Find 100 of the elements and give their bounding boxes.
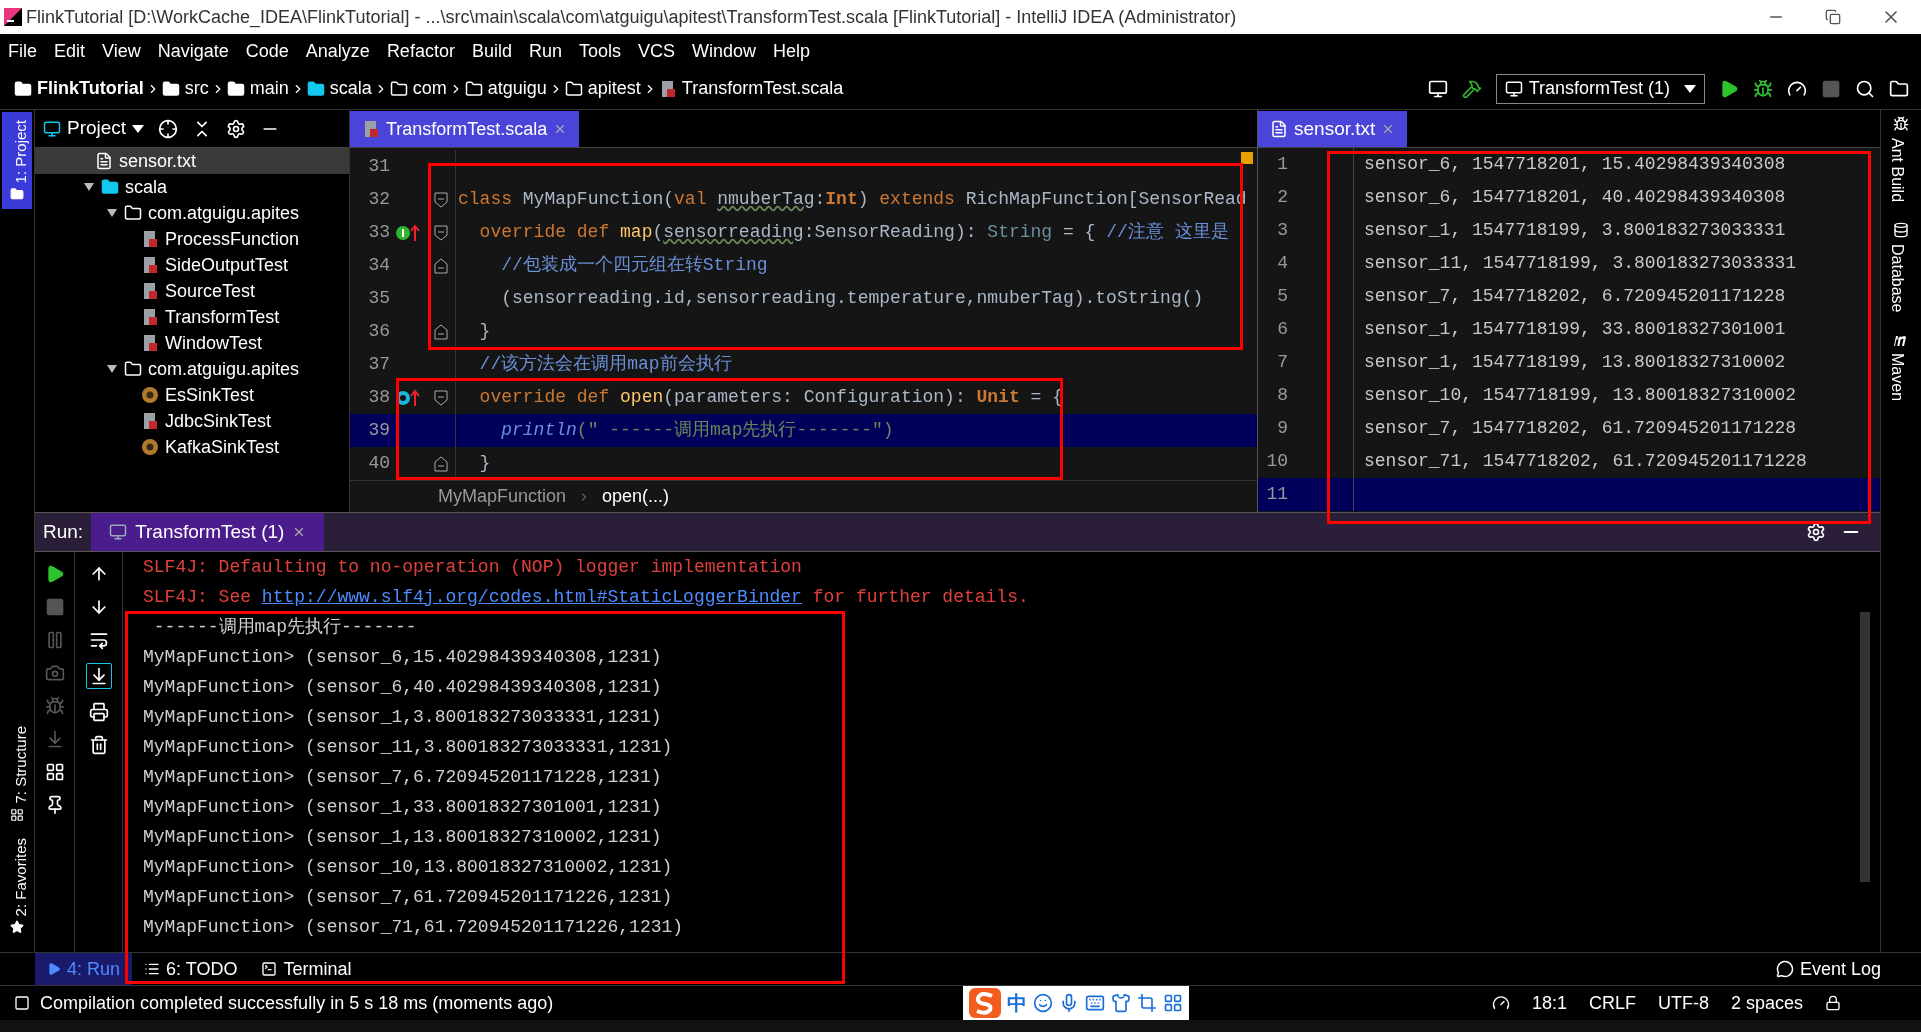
tree-item[interactable]: EsSinkTest — [35, 382, 349, 408]
code-editor[interactable] — [350, 148, 1257, 480]
menu-item[interactable]: Run — [528, 37, 562, 65]
tool-tab[interactable]: 4: Run — [35, 953, 133, 985]
menu-item[interactable]: View — [102, 37, 141, 65]
scrollbar[interactable] — [1860, 612, 1870, 882]
soft-wrap-icon[interactable] — [88, 630, 109, 650]
expanded-arrow-icon[interactable] — [106, 207, 118, 219]
menu-item[interactable]: VCS — [638, 37, 675, 65]
monitor-icon[interactable] — [1427, 78, 1448, 99]
breadcrumb-item[interactable]: FlinkTutorial — [14, 75, 144, 102]
implements-marker-icon[interactable] — [395, 222, 421, 243]
scroll-to-end-button[interactable] — [85, 663, 112, 689]
tool-window-button[interactable]: Maven — [1892, 332, 1910, 401]
settings-icon[interactable] — [226, 118, 247, 139]
crop-icon[interactable] — [1137, 993, 1158, 1013]
caret-icon — [132, 124, 145, 133]
print-icon[interactable] — [88, 702, 109, 722]
search-icon[interactable] — [1855, 78, 1875, 99]
expanded-arrow-icon[interactable] — [83, 181, 95, 193]
tool-windows-icon[interactable] — [14, 995, 30, 1011]
keyboard-icon[interactable] — [1085, 993, 1106, 1013]
unfold-icon[interactable] — [433, 323, 448, 340]
project-view-dropdown[interactable]: Project — [43, 114, 145, 143]
warning-marker-icon[interactable] — [1241, 152, 1253, 164]
restore-icon[interactable] — [1825, 9, 1841, 25]
code-breadcrumb[interactable]: open(...) — [602, 483, 670, 510]
breadcrumb-item[interactable]: main — [226, 75, 289, 102]
tool-window-button[interactable]: Ant Build — [1893, 116, 1909, 203]
grid-icon[interactable] — [1163, 993, 1184, 1013]
tree-item[interactable]: SideOutputTest — [35, 252, 349, 278]
fold-icon[interactable] — [433, 389, 448, 406]
tool-window-button[interactable]: 7: Structure — [2, 718, 32, 830]
stop-icon[interactable] — [1821, 78, 1841, 99]
bug-icon[interactable] — [44, 696, 65, 716]
run-icon[interactable] — [1719, 78, 1739, 99]
menu-item[interactable]: Code — [245, 37, 289, 65]
hammer-icon[interactable] — [1461, 78, 1482, 99]
settings-icon[interactable] — [1806, 522, 1826, 542]
text-editor[interactable] — [1258, 148, 1880, 512]
locate-icon[interactable] — [158, 118, 179, 139]
status-item[interactable]: 2 spaces — [1730, 989, 1803, 1017]
editor-tab[interactable]: TransformTest.scala — [350, 111, 580, 147]
fold-icon[interactable] — [433, 191, 448, 208]
breadcrumb-item[interactable]: TransformTest.scala — [658, 75, 844, 102]
editor-tab[interactable]: sensor.txt — [1258, 111, 1408, 147]
status-item[interactable]: UTF-8 — [1657, 989, 1709, 1017]
menu-item[interactable]: Navigate — [157, 37, 229, 65]
tool-tab[interactable]: Terminal — [249, 953, 364, 985]
trash-icon[interactable] — [88, 735, 109, 755]
menu-item[interactable]: Help — [773, 37, 811, 65]
console-link[interactable]: http://www.slf4j.org/codes.html#StaticLoggerBinder — [261, 586, 802, 607]
breadcrumb-item[interactable]: com — [389, 75, 447, 102]
status-item[interactable]: CRLF — [1588, 989, 1636, 1017]
status-item[interactable]: 18:1 — [1531, 989, 1567, 1017]
unfold-icon[interactable] — [433, 257, 448, 274]
menu-item[interactable]: Window — [692, 37, 757, 65]
camera-icon[interactable] — [44, 663, 65, 683]
shirt-icon[interactable] — [1111, 993, 1132, 1013]
breadcrumb-item[interactable]: atguigu — [464, 75, 547, 102]
menu-item[interactable]: Tools — [578, 37, 621, 65]
breadcrumb-item[interactable]: scala — [306, 75, 372, 102]
tool-window-button[interactable]: 1: Project — [2, 112, 32, 210]
menu-item[interactable]: Edit — [54, 37, 86, 65]
breadcrumb-item[interactable]: apitest — [564, 75, 641, 102]
unfold-icon[interactable] — [433, 455, 448, 472]
fold-icon[interactable] — [433, 224, 448, 241]
expanded-arrow-icon[interactable] — [106, 363, 118, 375]
tree-item[interactable]: JdbcSinkTest — [35, 408, 349, 434]
stop-icon[interactable] — [44, 597, 65, 617]
tree-item[interactable]: ProcessFunction — [35, 226, 349, 252]
layout-icon[interactable] — [44, 762, 65, 782]
breadcrumb-item[interactable]: src — [161, 75, 209, 102]
tool-window-button[interactable]: Database — [1893, 222, 1909, 313]
event-log-button[interactable]: Event Log — [1775, 955, 1881, 983]
menu-item[interactable]: Analyze — [305, 37, 370, 65]
run-configuration-dropdown[interactable]: TransformTest (1) — [1495, 73, 1705, 104]
tree-item[interactable]: TransformTest — [35, 304, 349, 330]
code-line: 35 (sensorreading.id,sensorreading.temperature,nmuberTag).toString() — [350, 282, 1257, 315]
tree-item[interactable]: KafkaSinkTest — [35, 434, 349, 460]
lock-icon[interactable] — [1825, 995, 1841, 1011]
ime-mode[interactable]: 中 — [1007, 988, 1028, 1018]
tree-item[interactable]: SourceTest — [35, 278, 349, 304]
menu-item[interactable]: Refactor — [386, 37, 455, 65]
project-structure-icon[interactable] — [1889, 78, 1909, 99]
run-tab[interactable]: TransformTest (1) — [91, 513, 325, 551]
memory-indicator-icon[interactable] — [1491, 994, 1510, 1012]
tree-item[interactable]: com.atguigu.apites — [35, 356, 349, 382]
debug-icon[interactable] — [1753, 78, 1773, 99]
emoji-icon[interactable] — [1033, 993, 1054, 1013]
menu-item[interactable]: File — [8, 37, 37, 65]
tree-item[interactable]: sensor.txt — [35, 148, 349, 174]
tool-tab[interactable]: 6: TODO — [132, 953, 250, 985]
tool-window-button[interactable]: 2: Favorites — [2, 829, 32, 942]
text-content: sensor_7, 1547718202, 61.720945201171228 — [1363, 417, 1797, 440]
code-breadcrumb[interactable]: MyMapFunction — [438, 483, 567, 510]
tree-item[interactable]: com.atguigu.apites — [35, 200, 349, 226]
menu-item[interactable]: Build — [471, 37, 512, 65]
tree-item[interactable]: scala — [35, 174, 349, 200]
tree-item[interactable]: WindowTest — [35, 330, 349, 356]
